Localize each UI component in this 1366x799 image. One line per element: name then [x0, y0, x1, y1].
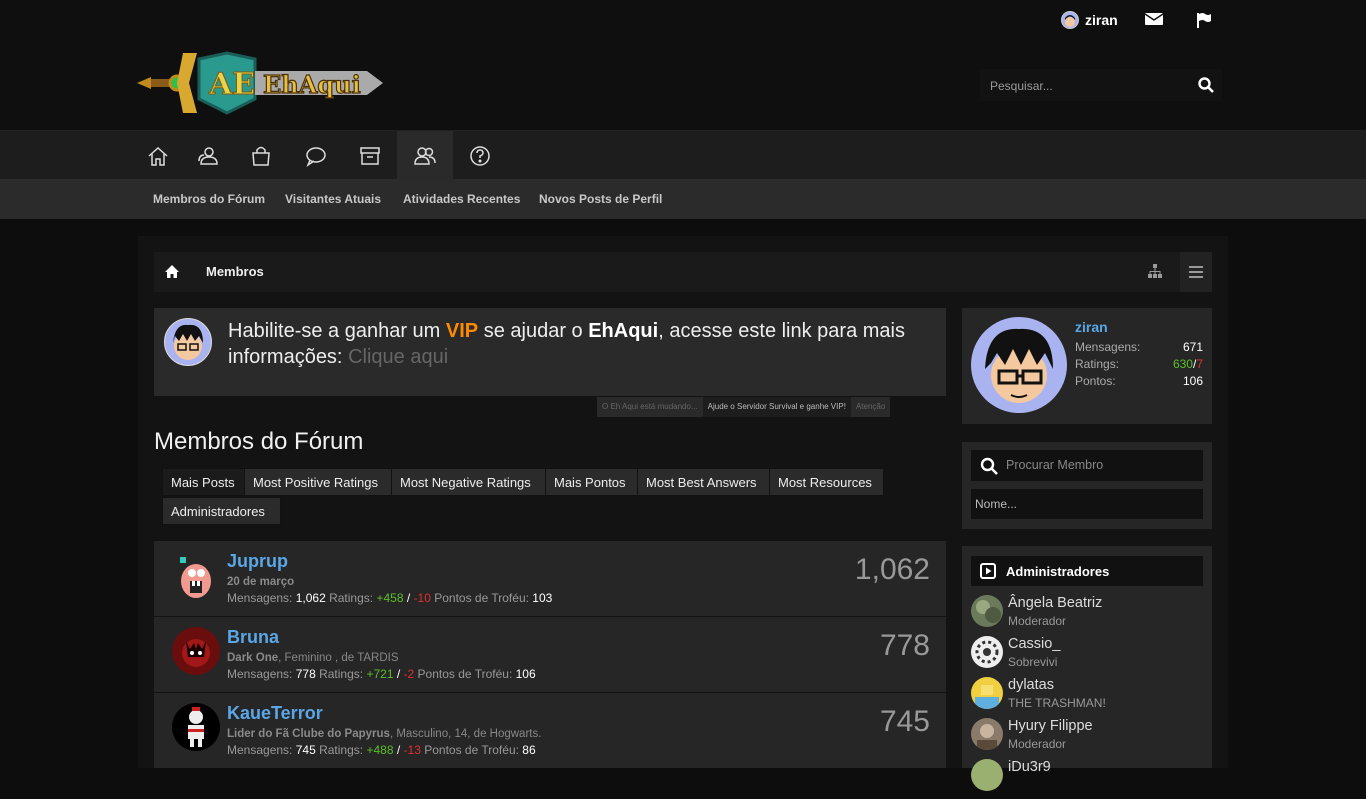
member-count: 778 — [879, 629, 930, 662]
member-avatar[interactable] — [172, 551, 220, 599]
search-box — [980, 69, 1222, 101]
member-count: 745 — [879, 705, 930, 738]
list-item: Bruna Dark One, Feminino , de TARDIS Men… — [154, 617, 946, 692]
subnav-new-profile-posts[interactable]: Novos Posts de Perfil — [539, 192, 662, 206]
flag-icon[interactable] — [1196, 12, 1214, 28]
admin-avatar — [971, 677, 1003, 709]
member-info: 20 de março — [227, 576, 295, 588]
notice-text: Habilite-se a ganhar um VIP se ajudar o … — [228, 320, 905, 368]
member-stats: Mensagens: 1,062 Ratings: +458 / -10 Pon… — [227, 591, 553, 605]
profile-ratings: Ratings: 630/7 — [1075, 357, 1203, 371]
search-icon[interactable] — [1198, 77, 1214, 93]
breadcrumb-current[interactable]: Membros — [206, 264, 264, 279]
tab-most-posts[interactable]: Mais Posts — [162, 468, 245, 496]
envelope-icon[interactable] — [1144, 12, 1164, 28]
members-icon[interactable] — [397, 131, 453, 180]
member-info: Lider do Fã Clube do Papyrus, Masculino,… — [227, 728, 542, 740]
admin-avatar — [971, 718, 1003, 750]
tab-most-points[interactable]: Mais Pontos — [545, 468, 638, 496]
tab-administrators[interactable]: Administradores — [162, 497, 281, 525]
tab-most-negative-ratings[interactable]: Most Negative Ratings — [391, 468, 546, 496]
tab-most-best-answers[interactable]: Most Best Answers — [637, 468, 770, 496]
chat-icon[interactable] — [288, 131, 344, 180]
member-stats: Mensagens: 745 Ratings: +488 / -13 Ponto… — [227, 743, 536, 757]
admin-item[interactable]: dylatas THE TRASHMAN! — [971, 677, 1203, 717]
admin-role: Sobrevivi — [1008, 655, 1058, 669]
notice-avatar — [164, 318, 212, 366]
admin-name[interactable]: Hyury Filippe — [1008, 718, 1093, 734]
notice-link[interactable]: Clique aqui — [348, 346, 448, 368]
profile-avatar[interactable] — [971, 317, 1067, 413]
notice-tab-1[interactable]: O Eh Aqui está mudando... — [597, 397, 703, 417]
find-member-header: Procurar Membro — [971, 450, 1203, 481]
admin-avatar — [971, 636, 1003, 668]
shopping-bag-icon[interactable] — [233, 131, 289, 180]
tab-most-positive-ratings[interactable]: Most Positive Ratings — [244, 468, 392, 496]
member-name[interactable]: Juprup — [227, 551, 288, 572]
archive-icon[interactable] — [342, 131, 398, 180]
page-title: Membros do Fórum — [154, 428, 364, 455]
list-item: KaueTerror Lider do Fã Clube do Papyrus,… — [154, 693, 946, 768]
find-member-title: Procurar Membro — [1006, 458, 1104, 472]
users-icon[interactable] — [180, 131, 236, 180]
member-avatar[interactable] — [172, 703, 220, 751]
notice-tab-2[interactable]: Ajude o Servidor Survival e ganhe VIP! — [702, 397, 851, 417]
member-name[interactable]: KaueTerror — [227, 703, 323, 724]
profile-messages: Mensagens: 671 — [1075, 340, 1203, 354]
sitemap-icon[interactable] — [1148, 264, 1162, 278]
notice-box: Habilite-se a ganhar um VIP se ajudar o … — [154, 308, 946, 396]
admin-role: THE TRASHMAN! — [1008, 696, 1106, 710]
admin-avatar — [971, 759, 1003, 791]
menu-icon[interactable] — [1180, 252, 1212, 292]
search-input[interactable] — [988, 75, 1192, 97]
member-name-input[interactable] — [971, 489, 1203, 519]
home-icon[interactable] — [130, 131, 186, 180]
site-logo[interactable]: AE EhAqui — [137, 49, 383, 117]
main-nav — [0, 130, 1366, 180]
notice-tab-3[interactable]: Atenção — [850, 397, 891, 417]
admin-name[interactable]: iDu3r9 — [1008, 759, 1051, 775]
admin-name[interactable]: Ângela Beatriz — [1008, 595, 1102, 611]
breadcrumb: Membros — [154, 252, 1212, 292]
search-icon — [980, 457, 998, 475]
notice-tabs: O Eh Aqui está mudando... Ajude o Servid… — [597, 397, 891, 417]
vip-label: VIP — [445, 320, 479, 342]
administrators-header: Administradores — [971, 556, 1203, 586]
svg-text:AE: AE — [208, 67, 255, 102]
admin-name[interactable]: dylatas — [1008, 677, 1054, 693]
user-menu[interactable]: ziran — [1061, 11, 1118, 29]
profile-points: Pontos: 106 — [1075, 374, 1203, 388]
administrators-title: Administradores — [1006, 564, 1110, 579]
tab-most-resources[interactable]: Most Resources — [769, 468, 884, 496]
subnav-recent-activity[interactable]: Atividades Recentes — [403, 192, 520, 206]
sub-nav: Membros do Fórum Visitantes Atuais Ativi… — [0, 179, 1366, 219]
admin-item[interactable]: Cassio_ Sobrevivi — [971, 636, 1203, 676]
help-icon[interactable] — [452, 131, 508, 180]
admin-role: Moderador — [1008, 614, 1067, 628]
home-icon[interactable] — [164, 264, 180, 279]
member-count: 1,062 — [854, 553, 930, 586]
profile-username[interactable]: ziran — [1075, 319, 1108, 335]
member-stats: Mensagens: 778 Ratings: +721 / -2 Pontos… — [227, 667, 536, 681]
admin-item[interactable]: iDu3r9 — [971, 759, 1203, 799]
subnav-forum-members[interactable]: Membros do Fórum — [153, 192, 265, 206]
list-item: Juprup 20 de março Mensagens: 1,062 Rati… — [154, 541, 946, 616]
play-square-icon — [980, 563, 996, 579]
subnav-current-visitors[interactable]: Visitantes Atuais — [285, 192, 381, 206]
admin-name[interactable]: Cassio_ — [1008, 636, 1060, 652]
svg-text:EhAqui: EhAqui — [263, 70, 361, 99]
member-info: Dark One, Feminino , de TARDIS — [227, 652, 399, 664]
admin-avatar — [971, 595, 1003, 627]
admin-item[interactable]: Hyury Filippe Moderador — [971, 718, 1203, 758]
username-label: ziran — [1085, 12, 1118, 28]
admin-item[interactable]: Ângela Beatriz Moderador — [971, 595, 1203, 635]
member-avatar[interactable] — [172, 627, 220, 675]
member-name[interactable]: Bruna — [227, 627, 279, 648]
user-avatar — [1061, 11, 1079, 29]
admin-role: Moderador — [1008, 737, 1067, 751]
